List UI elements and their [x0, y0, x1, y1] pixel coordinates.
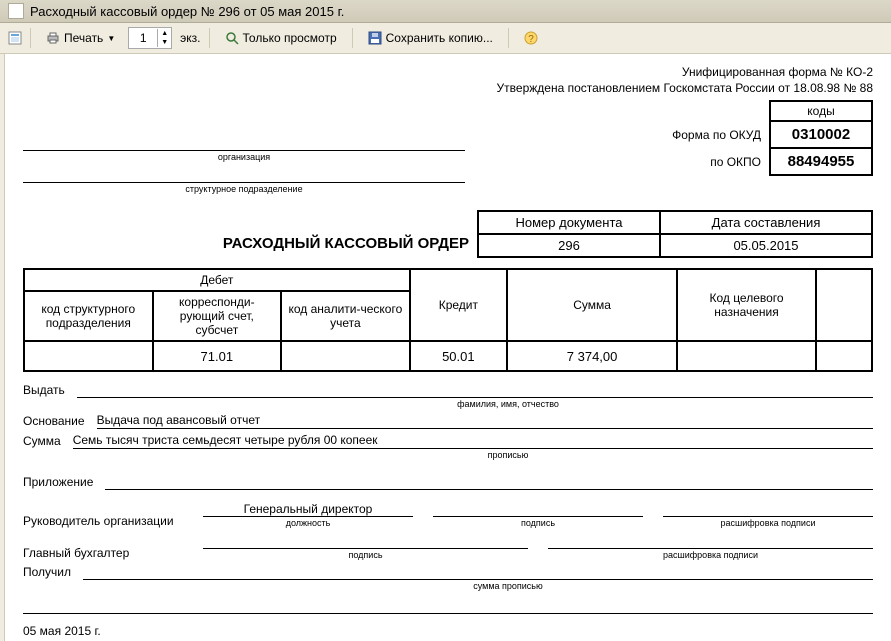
main-table: Дебет Кредит Сумма Код целевого назначен…: [23, 268, 873, 372]
save-copy-label: Сохранить копию...: [386, 31, 493, 45]
attachment-label: Приложение: [23, 475, 93, 490]
organization-sublabel: организация: [23, 152, 465, 162]
print-label: Печать: [64, 31, 103, 45]
form-line2: Утверждена постановлением Госкомстата Ро…: [23, 80, 873, 96]
document-icon: [8, 3, 24, 19]
received-value: [83, 564, 873, 580]
sum-words-sublabel: прописью: [143, 450, 873, 460]
floppy-icon: [368, 31, 382, 45]
received-sublabel: сумма прописью: [143, 581, 873, 591]
codes-header: коды: [770, 101, 872, 121]
dropdown-icon: ▼: [107, 34, 115, 43]
head-label: Руководитель организации: [23, 514, 183, 528]
chief-acc-signature-line: [203, 534, 528, 549]
number-date-table: Номер документа Дата составления 296 05.…: [477, 210, 873, 258]
copies-label: экз.: [180, 31, 200, 45]
preview-only-label: Только просмотр: [243, 31, 337, 45]
corr-acc-value: 71.01: [153, 341, 282, 371]
printer-icon: [46, 31, 60, 45]
decipher-sublabel: расшифровка подписи: [663, 518, 873, 528]
date-header: Дата составления: [660, 211, 872, 234]
department-sublabel: структурное подразделение: [23, 184, 465, 194]
head-signature-line: [433, 502, 643, 517]
copies-input[interactable]: [129, 30, 157, 46]
organization-field: [23, 136, 465, 151]
document-number: 296: [478, 234, 660, 257]
sum-header: Сумма: [507, 269, 677, 341]
form-line1: Унифицированная форма № КО-2: [23, 64, 873, 80]
basis-value: Выдача под авансовый отчет: [97, 413, 873, 429]
toolbar: Печать ▼ ▲ ▼ экз. Только просмотр Сохран…: [0, 23, 891, 54]
separator: [209, 28, 210, 48]
code-dept-value: [24, 341, 153, 371]
head-name: [663, 502, 873, 517]
credit-header: Кредит: [410, 269, 507, 341]
code-dept-header: код структурного подразделения: [24, 291, 153, 341]
target-code-value: [677, 341, 816, 371]
document-body: Унифицированная форма № КО-2 Утверждена …: [4, 54, 891, 641]
table-row: 71.01 50.01 7 374,00: [24, 341, 872, 371]
okpo-value: 88494955: [770, 148, 872, 175]
attachment-value: [105, 474, 873, 490]
chief-acc-name: [548, 534, 873, 549]
received-line2: [23, 599, 873, 614]
print-button[interactable]: Печать ▼: [39, 28, 122, 48]
target-code-header: Код целевого назначения: [677, 269, 816, 341]
window-title: Расходный кассовый ордер № 296 от 05 мая…: [30, 4, 344, 19]
print-preview-icon[interactable]: [8, 31, 22, 45]
okud-label: Форма по ОКУД: [664, 121, 770, 148]
sum-words-value: Семь тысяч триста семьдесят четыре рубля…: [73, 433, 873, 449]
basis-label: Основание: [23, 414, 85, 429]
head-position: Генеральный директор: [203, 502, 413, 517]
help-button[interactable]: ?: [517, 28, 545, 48]
footer-date: 05 мая 2015 г.: [23, 624, 873, 638]
extra-header: [816, 269, 872, 341]
preview-only-button[interactable]: Только просмотр: [218, 28, 344, 48]
okpo-label: по ОКПО: [664, 148, 770, 175]
form-header-lines: Унифицированная форма № КО-2 Утверждена …: [23, 64, 873, 96]
copies-spinner[interactable]: ▲ ▼: [128, 27, 172, 49]
separator: [508, 28, 509, 48]
extra-value: [816, 341, 872, 371]
window-titlebar: Расходный кассовый ордер № 296 от 05 мая…: [0, 0, 891, 23]
issue-label: Выдать: [23, 383, 65, 398]
sum-words-label: Сумма: [23, 434, 61, 449]
svg-text:?: ?: [528, 34, 534, 45]
corr-acc-header: корреспонди-рующий счет, субсчет: [153, 291, 282, 341]
document-date: 05.05.2015: [660, 234, 872, 257]
number-header: Номер документа: [478, 211, 660, 234]
anal-code-header: код аналити-ческого учета: [281, 291, 410, 341]
spin-up-icon[interactable]: ▲: [158, 29, 171, 38]
save-copy-button[interactable]: Сохранить копию...: [361, 28, 500, 48]
separator: [30, 28, 31, 48]
spin-down-icon[interactable]: ▼: [158, 38, 171, 47]
codes-box: коды Форма по ОКУД 0310002 по ОКПО 88494…: [664, 100, 873, 176]
anal-code-value: [281, 341, 410, 371]
issue-sublabel: фамилия, имя, отчество: [143, 399, 873, 409]
help-icon: ?: [524, 31, 538, 45]
chief-acc-label: Главный бухгалтер: [23, 546, 183, 560]
issue-value: [77, 382, 873, 398]
magnifier-icon: [225, 31, 239, 45]
department-field: [23, 168, 465, 183]
separator: [352, 28, 353, 48]
document-title: РАСХОДНЫЙ КАССОВЫЙ ОРДЕР: [223, 235, 477, 258]
chief-acc-decipher-sublabel: расшифровка подписи: [548, 550, 873, 560]
sum-value: 7 374,00: [507, 341, 677, 371]
position-sublabel: должность: [203, 518, 413, 528]
chief-acc-signature-sublabel: подпись: [203, 550, 528, 560]
received-label: Получил: [23, 565, 71, 580]
credit-value: 50.01: [410, 341, 507, 371]
debit-header: Дебет: [24, 269, 410, 291]
signature-sublabel: подпись: [433, 518, 643, 528]
okud-value: 0310002: [770, 121, 872, 148]
